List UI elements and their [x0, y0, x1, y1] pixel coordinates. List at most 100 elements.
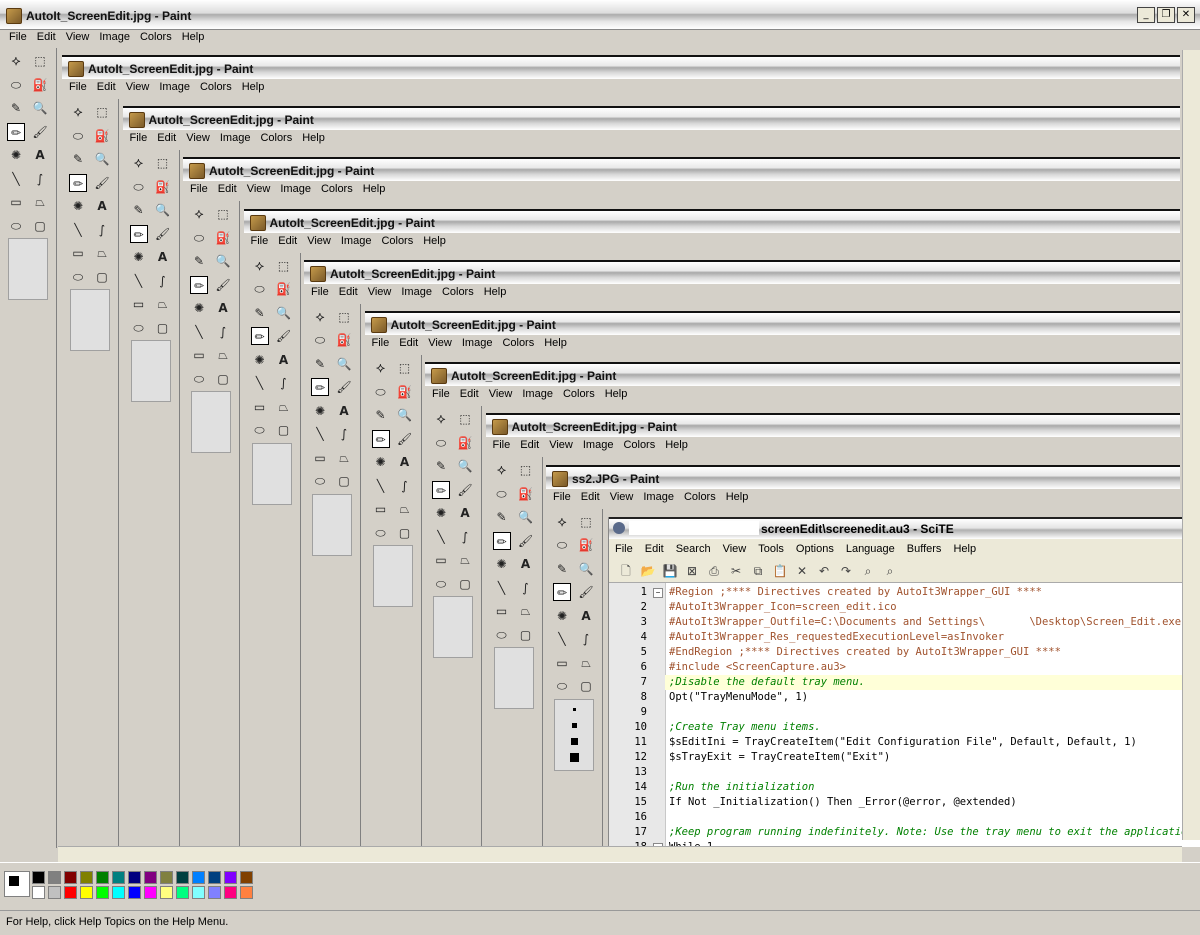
- ellipse-icon[interactable]: ⬭: [493, 626, 511, 644]
- magnifier-icon[interactable]: 🔍: [154, 201, 172, 219]
- picker-icon[interactable]: ✎: [553, 560, 571, 578]
- brush-icon[interactable]: 🖌: [93, 174, 111, 192]
- eraser-icon[interactable]: ⬭: [493, 485, 511, 503]
- magnifier-icon[interactable]: 🔍: [335, 355, 353, 373]
- polygon-icon[interactable]: ⏢: [396, 500, 414, 518]
- picker-icon[interactable]: ✎: [130, 201, 148, 219]
- current-colors[interactable]: [4, 871, 30, 897]
- delete-icon[interactable]: ✕: [793, 562, 811, 580]
- nested-menu-file[interactable]: File: [367, 337, 395, 349]
- free-select-icon[interactable]: ⯎: [372, 359, 390, 377]
- horizontal-scrollbar[interactable]: [58, 846, 1182, 863]
- rounded-rect-icon[interactable]: ▢: [275, 421, 293, 439]
- save-icon[interactable]: 💾: [661, 562, 679, 580]
- picker-icon[interactable]: ✎: [190, 252, 208, 270]
- scite-menu-buffers[interactable]: Buffers: [901, 543, 948, 555]
- brush-size-option[interactable]: [569, 752, 579, 762]
- nested-menu-view[interactable]: View: [605, 491, 639, 503]
- rounded-rect-icon[interactable]: ▢: [517, 626, 535, 644]
- nested-menu-file[interactable]: File: [306, 286, 334, 298]
- nested-menu-view[interactable]: View: [363, 286, 397, 298]
- palette-swatch[interactable]: [96, 871, 109, 884]
- pencil-icon[interactable]: ✏: [7, 122, 25, 141]
- pencil-icon[interactable]: ✏: [190, 275, 208, 294]
- scite-menu-options[interactable]: Options: [790, 543, 840, 555]
- curve-icon[interactable]: ∫: [335, 425, 353, 443]
- eraser-icon[interactable]: ⬭: [130, 178, 148, 196]
- polygon-icon[interactable]: ⏢: [214, 346, 232, 364]
- free-select-icon[interactable]: ⯎: [130, 154, 148, 172]
- redo-icon[interactable]: ↷: [837, 562, 855, 580]
- pencil-icon[interactable]: ✏: [492, 531, 511, 550]
- line-icon[interactable]: ╲: [311, 425, 329, 443]
- ellipse-icon[interactable]: ⬭: [7, 217, 25, 235]
- palette-swatch[interactable]: [48, 871, 61, 884]
- nested-menu-colors[interactable]: Colors: [195, 81, 237, 93]
- picker-icon[interactable]: ✎: [251, 304, 269, 322]
- nested-menu-image[interactable]: Image: [396, 286, 437, 298]
- fill-icon[interactable]: ⛽: [275, 280, 293, 298]
- rounded-rect-icon[interactable]: ▢: [456, 575, 474, 593]
- brush-icon[interactable]: 🖌: [154, 225, 172, 243]
- pencil-icon[interactable]: ✏: [129, 224, 148, 243]
- nested-menu-edit[interactable]: Edit: [455, 388, 484, 400]
- eraser-icon[interactable]: ⬭: [553, 536, 571, 554]
- pencil-icon[interactable]: ✏: [553, 583, 571, 602]
- rounded-rect-icon[interactable]: ▢: [577, 677, 595, 695]
- line-icon[interactable]: ╲: [372, 477, 390, 495]
- close-button[interactable]: ✕: [1177, 7, 1195, 23]
- vertical-scrollbar[interactable]: [1182, 50, 1200, 840]
- airbrush-icon[interactable]: ✺: [372, 453, 390, 471]
- palette-swatch[interactable]: [48, 886, 61, 899]
- menu-view[interactable]: View: [61, 31, 95, 43]
- nested-menu-help[interactable]: Help: [358, 183, 391, 195]
- fill-icon[interactable]: ⛽: [577, 536, 595, 554]
- print-icon[interactable]: ⎙: [705, 562, 723, 580]
- rectangle-icon[interactable]: ▭: [311, 449, 329, 467]
- rect-select-icon[interactable]: ⬚: [577, 513, 595, 531]
- eraser-icon[interactable]: ⬭: [69, 127, 87, 145]
- curve-icon[interactable]: ∫: [517, 579, 535, 597]
- airbrush-icon[interactable]: ✺: [7, 146, 25, 164]
- brush-size-option[interactable]: [571, 722, 577, 728]
- rectangle-icon[interactable]: ▭: [251, 398, 269, 416]
- ellipse-icon[interactable]: ⬭: [130, 319, 148, 337]
- ellipse-icon[interactable]: ⬭: [69, 268, 87, 286]
- ellipse-icon[interactable]: ⬭: [190, 370, 208, 388]
- fill-icon[interactable]: ⛽: [214, 229, 232, 247]
- paste-icon[interactable]: 📋: [771, 562, 789, 580]
- palette-swatch[interactable]: [192, 871, 205, 884]
- picker-icon[interactable]: ✎: [493, 508, 511, 526]
- text-icon[interactable]: A: [577, 607, 595, 625]
- nested-menu-image[interactable]: Image: [457, 337, 498, 349]
- ellipse-icon[interactable]: ⬭: [311, 472, 329, 490]
- close-file-icon[interactable]: ⊠: [683, 562, 701, 580]
- curve-icon[interactable]: ∫: [154, 272, 172, 290]
- nested-menu-view[interactable]: View: [302, 235, 336, 247]
- scite-menu-edit[interactable]: Edit: [639, 543, 670, 555]
- palette-swatch[interactable]: [32, 871, 45, 884]
- scite-menu-search[interactable]: Search: [670, 543, 717, 555]
- curve-icon[interactable]: ∫: [214, 323, 232, 341]
- text-icon[interactable]: A: [31, 146, 49, 164]
- nested-menu-edit[interactable]: Edit: [576, 491, 605, 503]
- airbrush-icon[interactable]: ✺: [493, 555, 511, 573]
- nested-menu-help[interactable]: Help: [479, 286, 512, 298]
- polygon-icon[interactable]: ⏢: [456, 551, 474, 569]
- rectangle-icon[interactable]: ▭: [130, 295, 148, 313]
- free-select-icon[interactable]: ⯎: [7, 52, 25, 70]
- line-icon[interactable]: ╲: [190, 323, 208, 341]
- free-select-icon[interactable]: ⯎: [493, 461, 511, 479]
- rect-select-icon[interactable]: ⬚: [456, 410, 474, 428]
- picker-icon[interactable]: ✎: [7, 99, 25, 117]
- nested-menu-help[interactable]: Help: [297, 132, 330, 144]
- rect-select-icon[interactable]: ⬚: [396, 359, 414, 377]
- menu-file[interactable]: File: [4, 31, 32, 43]
- free-select-icon[interactable]: ⯎: [432, 410, 450, 428]
- tool-options-box[interactable]: [554, 698, 594, 771]
- brush-size-option[interactable]: [572, 707, 576, 711]
- pencil-icon[interactable]: ✏: [432, 480, 450, 499]
- code-editor[interactable]: #Region ;**** Directives created by Auto…: [665, 583, 1183, 847]
- magnifier-icon[interactable]: 🔍: [517, 508, 535, 526]
- maximize-button[interactable]: ❐: [1157, 7, 1175, 23]
